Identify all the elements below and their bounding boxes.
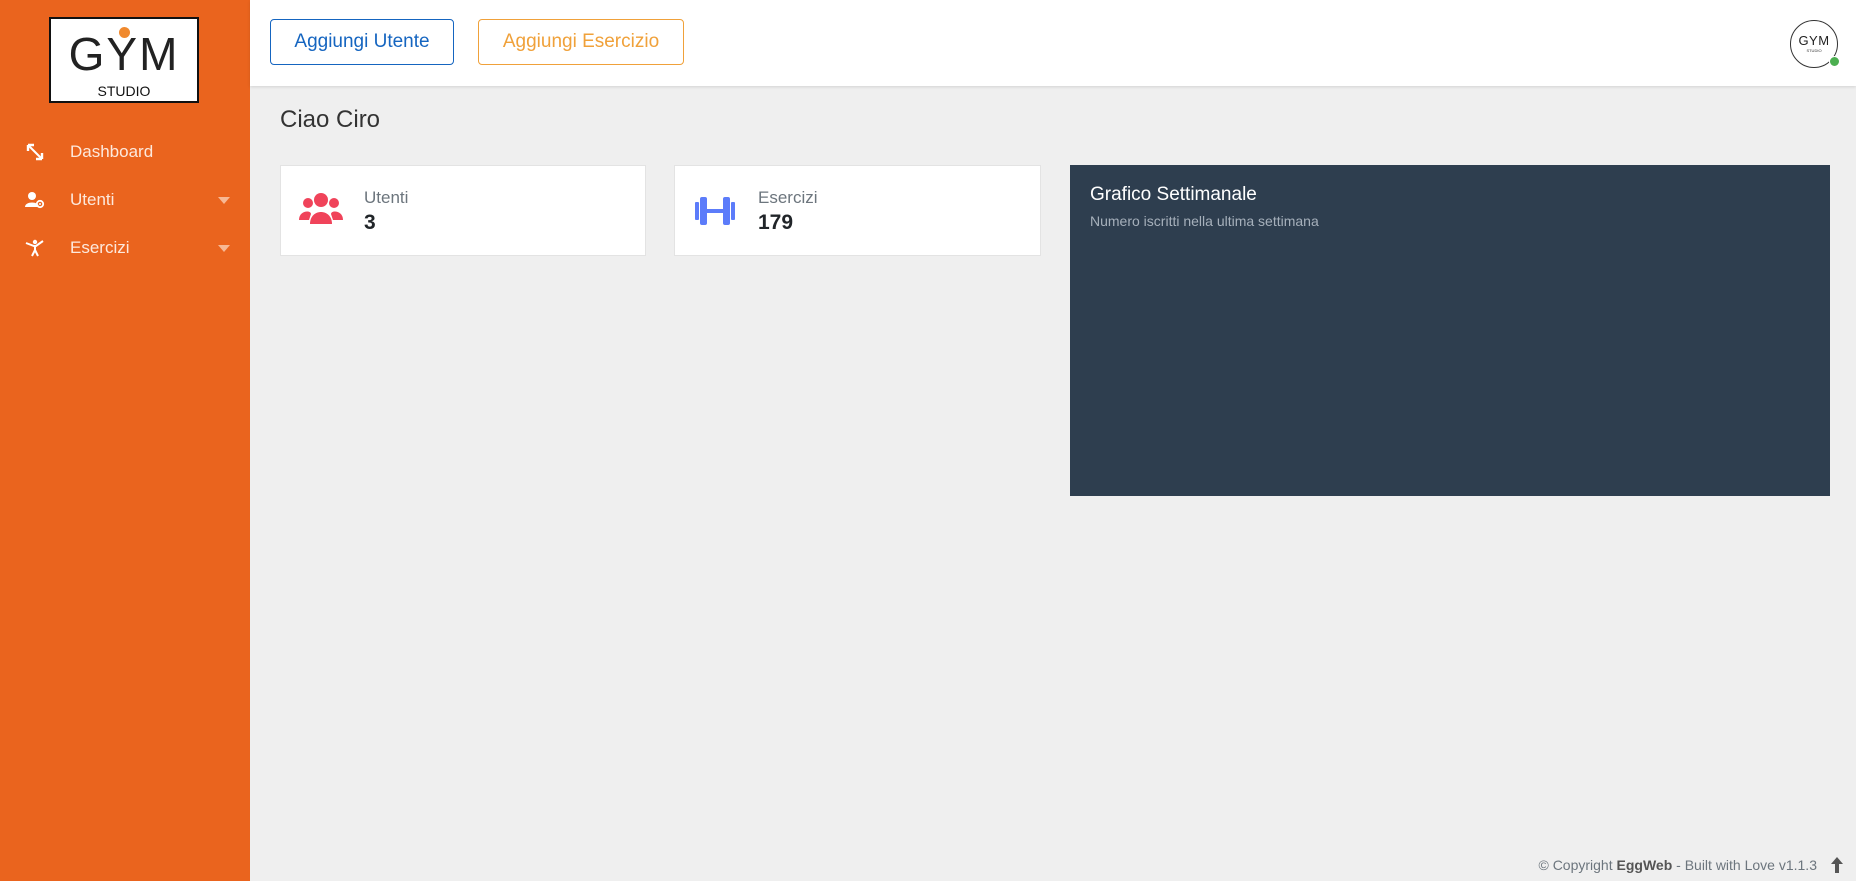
logo-dot xyxy=(119,27,130,38)
sidebar-item-label: Esercizi xyxy=(70,238,130,257)
users-icon xyxy=(299,190,343,232)
logo-subtext: STUDIO xyxy=(97,83,151,99)
expand-arrows-icon xyxy=(24,141,46,163)
top-header: Aggiungi Utente Aggiungi Esercizio GYM S… xyxy=(250,0,1856,86)
weekly-chart-card: Grafico Settimanale Numero iscritti nell… xyxy=(1070,165,1830,496)
add-user-button[interactable]: Aggiungi Utente xyxy=(270,19,454,65)
sidebar-item-label: Utenti xyxy=(70,190,115,209)
footer-brand-link[interactable]: EggWeb xyxy=(1617,857,1673,873)
avatar-logo-subtext: STUDIO xyxy=(1806,48,1822,53)
chevron-down-icon xyxy=(218,244,230,252)
online-status-dot xyxy=(1829,56,1840,67)
stat-card-utenti: Utenti 3 xyxy=(280,165,646,256)
sidebar-item-label: Dashboard xyxy=(70,142,154,161)
gym-studio-logo[interactable]: GYM STUDIO xyxy=(49,17,199,103)
footer-suffix: - Built with Love v1.1.3 xyxy=(1672,857,1817,873)
sidebar-item-utenti[interactable]: Utenti xyxy=(0,180,250,220)
footer-prefix: © Copyright xyxy=(1538,857,1617,873)
chart-plot-area xyxy=(1090,243,1810,478)
chart-title: Grafico Settimanale xyxy=(1090,184,1257,205)
stat-label: Esercizi xyxy=(758,188,818,207)
dumbbell-icon xyxy=(693,190,737,232)
arrow-up-icon[interactable] xyxy=(1830,856,1844,874)
sidebar-item-dashboard[interactable]: Dashboard xyxy=(0,132,250,172)
chart-subtitle: Numero iscritti nella ultima settimana xyxy=(1090,213,1319,229)
add-exercise-button[interactable]: Aggiungi Esercizio xyxy=(478,19,684,65)
avatar[interactable]: GYM STUDIO xyxy=(1790,20,1840,68)
stat-card-esercizi: Esercizi 179 xyxy=(674,165,1041,256)
footer: © Copyright EggWeb - Built with Love v1.… xyxy=(1538,857,1817,873)
user-cog-icon xyxy=(24,189,46,211)
stat-value: 3 xyxy=(364,211,376,234)
avatar-logo-text: GYM xyxy=(1798,33,1830,48)
stat-label: Utenti xyxy=(364,188,409,207)
sidebar-item-esercizi[interactable]: Esercizi xyxy=(0,228,250,268)
martial-arts-icon xyxy=(24,237,46,259)
stat-value: 179 xyxy=(758,211,794,234)
chevron-down-icon xyxy=(218,196,230,204)
page-greeting: Ciao Ciro xyxy=(280,106,381,133)
sidebar: GYM STUDIO Dashboard Utenti Esercizi xyxy=(0,0,250,881)
